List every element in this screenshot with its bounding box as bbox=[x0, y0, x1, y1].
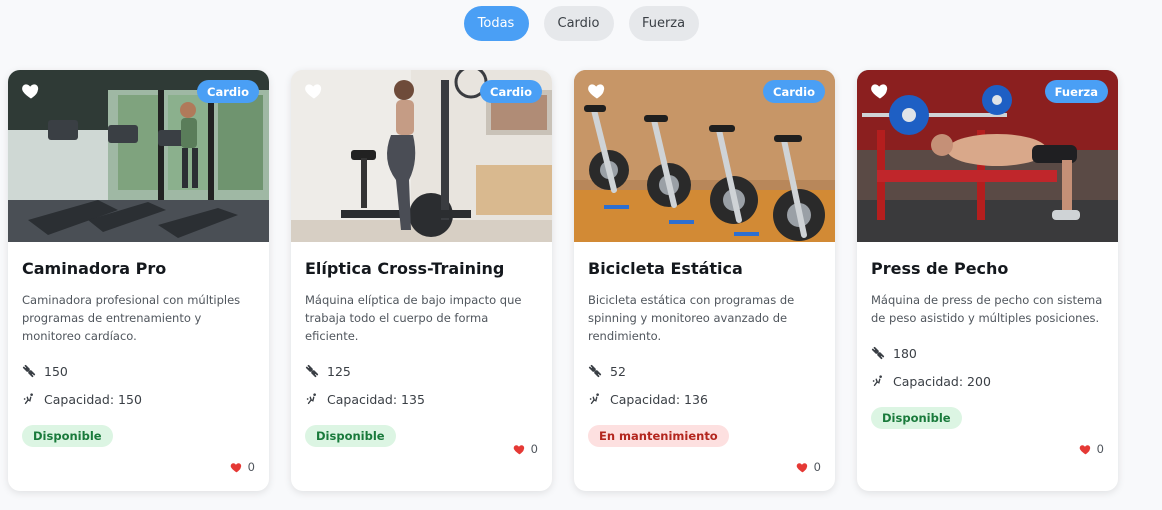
category-filter-bar: Todas Cardio Fuerza bbox=[0, 6, 1162, 41]
card-title: Bicicleta Estática bbox=[588, 259, 743, 278]
weight-value: 180 bbox=[893, 345, 917, 361]
dumbbell-icon bbox=[588, 364, 602, 378]
capacity-value: Capacidad: 200 bbox=[893, 373, 991, 389]
category-badge: Cardio bbox=[197, 80, 259, 103]
capacity-value: Capacidad: 135 bbox=[327, 391, 425, 407]
equipment-image: Fuerza bbox=[857, 70, 1118, 242]
likes-count: 0 bbox=[813, 460, 821, 474]
equipment-image: Cardio bbox=[574, 70, 835, 242]
capacity-icon bbox=[23, 393, 33, 405]
capacity-value: Capacidad: 136 bbox=[610, 391, 708, 407]
heart-icon bbox=[796, 463, 807, 473]
capacity-icon bbox=[589, 393, 599, 405]
likes-counter[interactable]: 0 bbox=[230, 460, 255, 474]
weight-stat: 150 bbox=[22, 361, 255, 381]
filter-cardio-button[interactable]: Cardio bbox=[543, 6, 614, 41]
likes-counter[interactable]: 0 bbox=[796, 460, 821, 474]
capacity-icon bbox=[872, 375, 882, 387]
equipment-image: Cardio bbox=[8, 70, 269, 242]
likes-count: 0 bbox=[1096, 442, 1104, 456]
capacity-stat: Capacidad: 135 bbox=[305, 389, 538, 409]
card-title: Press de Pecho bbox=[871, 259, 1009, 278]
card-description: Caminadora profesional con múltiples pro… bbox=[22, 293, 241, 343]
card-title: Elíptica Cross-Training bbox=[305, 259, 505, 278]
card-description: Bicicleta estática con programas de spin… bbox=[588, 293, 795, 343]
favorite-heart-icon[interactable] bbox=[21, 81, 41, 101]
equipment-card[interactable]: Fuerza Press de Pecho Máquina de press d… bbox=[857, 70, 1118, 491]
heart-icon bbox=[1079, 445, 1090, 455]
dumbbell-icon bbox=[305, 364, 319, 378]
equipment-image: Cardio bbox=[291, 70, 552, 242]
weight-value: 150 bbox=[44, 363, 68, 379]
equipment-card[interactable]: Cardio Elíptica Cross-Training Máquina e… bbox=[291, 70, 552, 491]
category-badge: Cardio bbox=[763, 80, 825, 103]
card-description: Máquina de press de pecho con sistema de… bbox=[871, 293, 1103, 325]
category-badge: Cardio bbox=[480, 80, 542, 103]
capacity-icon bbox=[306, 393, 316, 405]
card-description: Máquina elíptica de bajo impacto que tra… bbox=[305, 293, 522, 343]
filter-todas-button[interactable]: Todas bbox=[463, 6, 529, 41]
dumbbell-icon bbox=[22, 364, 36, 378]
equipment-card-grid: Cardio Caminadora Pro Caminadora profesi… bbox=[8, 70, 1118, 491]
status-badge: En mantenimiento bbox=[588, 425, 729, 447]
capacity-stat: Capacidad: 200 bbox=[871, 371, 1104, 391]
weight-stat: 180 bbox=[871, 343, 1104, 363]
capacity-stat: Capacidad: 150 bbox=[22, 389, 255, 409]
status-badge: Disponible bbox=[305, 425, 396, 447]
card-title: Caminadora Pro bbox=[22, 259, 167, 278]
weight-stat: 125 bbox=[305, 361, 538, 381]
weight-value: 125 bbox=[327, 363, 351, 379]
likes-counter[interactable]: 0 bbox=[513, 442, 538, 456]
weight-value: 52 bbox=[610, 363, 626, 379]
status-badge: Disponible bbox=[871, 407, 962, 429]
dumbbell-icon bbox=[871, 346, 885, 360]
capacity-stat: Capacidad: 136 bbox=[588, 389, 821, 409]
heart-icon bbox=[513, 445, 524, 455]
likes-count: 0 bbox=[247, 460, 255, 474]
category-badge: Fuerza bbox=[1044, 80, 1108, 103]
status-badge: Disponible bbox=[22, 425, 113, 447]
favorite-heart-icon[interactable] bbox=[870, 81, 890, 101]
equipment-card[interactable]: Cardio Caminadora Pro Caminadora profesi… bbox=[8, 70, 269, 491]
weight-stat: 52 bbox=[588, 361, 821, 381]
equipment-card[interactable]: Cardio Bicicleta Estática Bicicleta está… bbox=[574, 70, 835, 491]
heart-icon bbox=[230, 463, 241, 473]
capacity-value: Capacidad: 150 bbox=[44, 391, 142, 407]
favorite-heart-icon[interactable] bbox=[304, 81, 324, 101]
favorite-heart-icon[interactable] bbox=[587, 81, 607, 101]
filter-fuerza-button[interactable]: Fuerza bbox=[628, 6, 699, 41]
likes-count: 0 bbox=[530, 442, 538, 456]
likes-counter[interactable]: 0 bbox=[1079, 442, 1104, 456]
